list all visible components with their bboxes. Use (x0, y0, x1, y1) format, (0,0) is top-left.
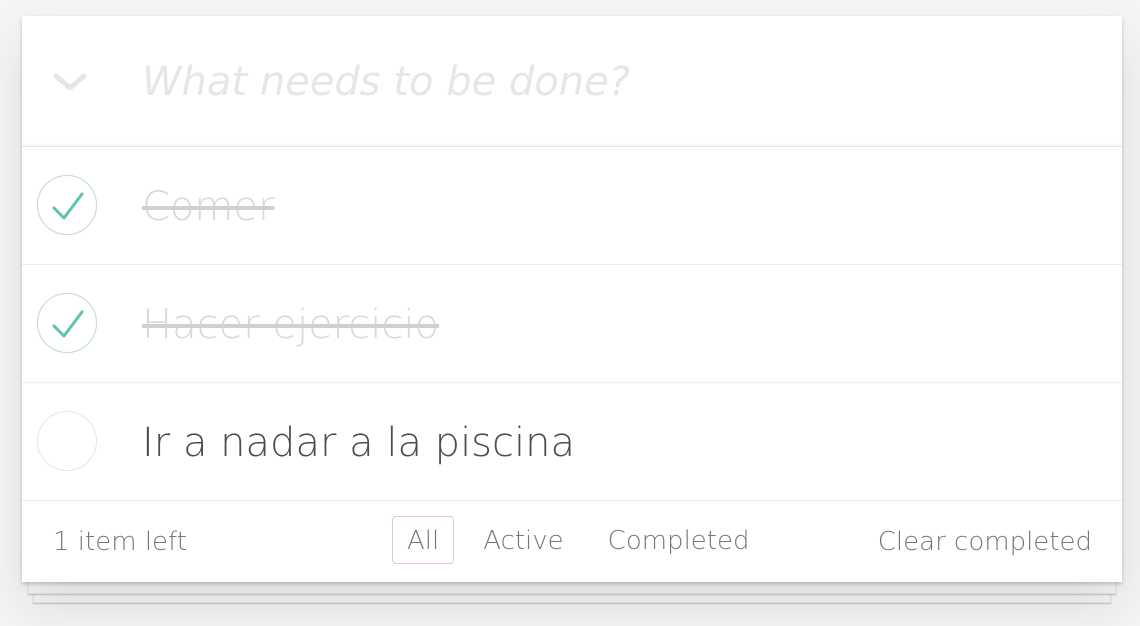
header (22, 16, 1122, 147)
checkmark-icon (52, 192, 84, 220)
filter-active[interactable]: Active (468, 516, 578, 564)
items-left-count: 1 item left (53, 527, 187, 557)
todo-item: Hacer ejercicio (22, 265, 1122, 383)
todo-app: Comer Hacer ejercicio Ir a nadar a la pi… (22, 16, 1122, 582)
new-todo-input[interactable] (142, 52, 1082, 112)
todo-label[interactable]: Comer (142, 183, 274, 231)
clear-completed-button[interactable]: Clear completed (878, 527, 1092, 557)
filters: All Active Completed (392, 516, 764, 566)
todo-item: Ir a nadar a la piscina (22, 383, 1122, 480)
filter-completed[interactable]: Completed (593, 516, 765, 564)
todo-toggle-checkbox[interactable] (37, 293, 97, 353)
todo-item: Comer (22, 147, 1122, 265)
todo-list: Comer Hacer ejercicio Ir a nadar a la pi… (22, 147, 1122, 480)
filter-all[interactable]: All (392, 516, 455, 564)
chevron-down-icon (53, 73, 87, 91)
todo-toggle-checkbox[interactable] (37, 411, 97, 471)
todo-label[interactable]: Ir a nadar a la piscina (142, 419, 575, 467)
footer: 1 item left All Active Completed Clear c… (22, 500, 1122, 582)
todo-toggle-checkbox[interactable] (37, 175, 97, 235)
toggle-all-chevron-down-icon[interactable] (52, 68, 88, 98)
todo-label[interactable]: Hacer ejercicio (142, 301, 439, 349)
checkmark-icon (52, 310, 84, 338)
